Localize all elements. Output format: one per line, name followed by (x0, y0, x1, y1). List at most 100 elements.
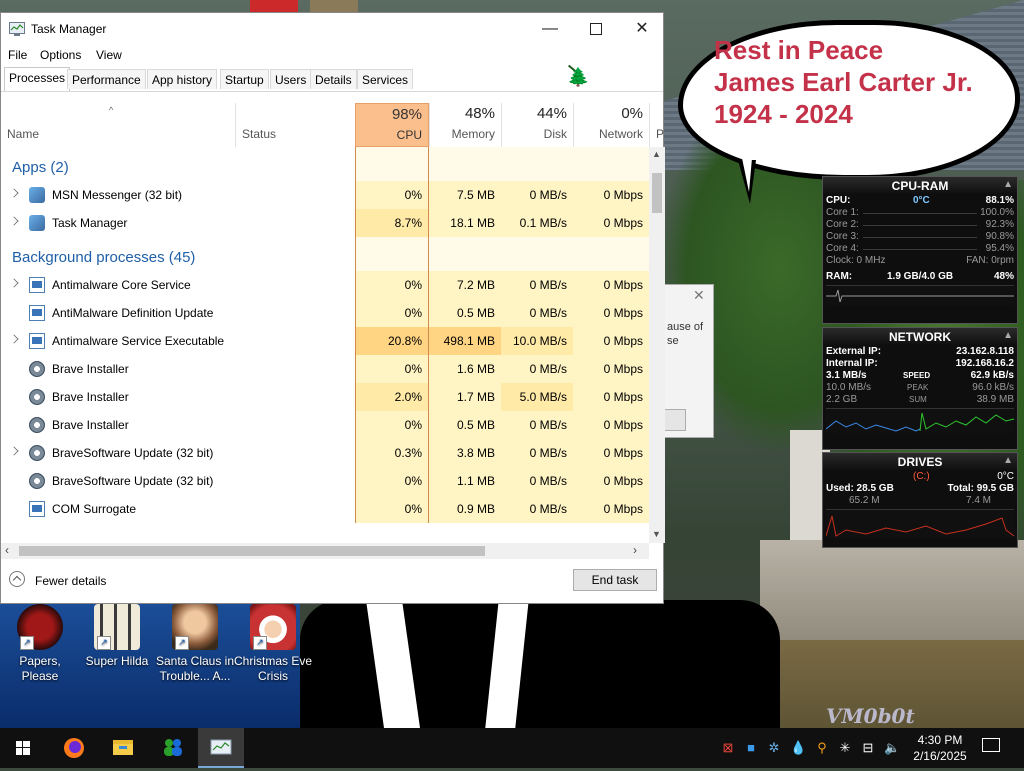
process-row[interactable]: COM Surrogate 0% 0.9 MB 0 MB/s 0 Mbps (1, 495, 649, 523)
expand-chevron-icon[interactable] (9, 278, 19, 288)
desktop-icon-papers-please[interactable]: ↗ Papers, Please (0, 604, 80, 684)
tab-processes[interactable]: Processes (4, 67, 71, 91)
droplet-icon[interactable]: 💧 (790, 740, 806, 756)
process-row[interactable]: Task Manager 8.7% 18.1 MB 0.1 MB/s 0 Mbps (1, 209, 649, 237)
taskbar-msn-messenger[interactable] (150, 728, 196, 768)
process-row[interactable]: AntiMalware Definition Update 0% 0.5 MB 0 M… (1, 299, 649, 327)
tab-details[interactable]: Details (310, 69, 357, 89)
process-name: Brave Installer (52, 362, 129, 376)
external-ip-label: External IP: (826, 346, 882, 357)
tab-performance[interactable]: Performance (67, 69, 146, 89)
column-network[interactable]: 0% Network (573, 103, 649, 147)
tab-services[interactable]: Services (357, 69, 414, 89)
collapse-icon[interactable]: ▲ (1003, 455, 1013, 466)
desktop-icon-super-hilda[interactable]: ↗ Super Hilda (77, 604, 157, 669)
clock-time: 4:30 PM (917, 733, 963, 747)
scroll-up-icon[interactable]: ▲ (652, 149, 661, 159)
notification-center-icon[interactable] (982, 738, 1000, 752)
scroll-down-icon[interactable]: ▼ (652, 529, 661, 539)
chevron-up-icon[interactable] (9, 571, 25, 587)
column-name[interactable]: ^ Name (1, 103, 235, 147)
column-disk[interactable]: 44% Disk (501, 103, 573, 147)
collapse-icon[interactable]: ▲ (1003, 330, 1013, 341)
process-row[interactable]: BraveSoftware Update (32 bit) 0% 1.1 MB 0 M… (1, 467, 649, 495)
group-cell (501, 237, 573, 271)
close-button[interactable]: ✕ (619, 13, 665, 45)
taskbar-file-explorer[interactable] (100, 728, 146, 768)
cpu-ram-gadget[interactable]: CPU-RAM ▲ CPU: 0°C 88.1% Core 1: 100.0% C… (822, 176, 1018, 324)
desktop-icon-santa-claus[interactable]: ↗ Santa Claus in Trouble... A... (155, 604, 235, 684)
drive-usage-line: Used: 28.5 GB Total: 99.5 GB (823, 483, 1017, 495)
dialog-button[interactable] (665, 409, 686, 431)
scroll-left-icon[interactable]: ‹ (5, 543, 9, 557)
column-label: Name (7, 127, 40, 141)
msn-tray-icon[interactable]: ✲ (766, 740, 782, 756)
tab-app-history[interactable]: App history (147, 69, 218, 89)
process-cpu: 0% (355, 271, 429, 299)
column-cpu[interactable]: 98% CPU (355, 103, 429, 147)
column-label: Disk (543, 127, 567, 141)
drives-gadget[interactable]: DRIVES ▲ (C:) 0°C Used: 28.5 GB Total: 9… (822, 452, 1018, 548)
menu-view[interactable]: View (96, 48, 122, 62)
process-name: BraveSoftware Update (32 bit) (52, 474, 214, 488)
volume-icon[interactable]: 🔈 (884, 740, 900, 756)
security-warning-icon[interactable]: ⊠ (720, 740, 736, 756)
taskbar-firefox[interactable] (51, 728, 97, 768)
process-disk: 0 MB/s (501, 495, 573, 523)
scroll-thumb[interactable] (19, 546, 485, 556)
process-network: 0 Mbps (573, 467, 649, 495)
bubble-line: 1924 - 2024 (714, 99, 853, 129)
network-icon[interactable]: ⊟ (860, 740, 876, 756)
minimize-button[interactable]: — (527, 13, 573, 45)
group-header: Background processes (45) (1, 237, 649, 271)
end-task-button[interactable]: End task (573, 569, 657, 591)
tab-startup[interactable]: Startup (220, 69, 269, 89)
taskbar-task-manager[interactable] (198, 728, 244, 768)
column-memory[interactable]: 48% Memory (429, 103, 501, 147)
column-status[interactable]: Status (235, 103, 355, 147)
system-clock[interactable]: 4:30 PM 2/16/2025 (912, 732, 968, 764)
scroll-thumb[interactable] (652, 173, 662, 213)
process-row[interactable]: Brave Installer 2.0% 1.7 MB 5.0 MB/s 0 Mbps (1, 383, 649, 411)
menu-options[interactable]: Options (40, 48, 81, 62)
horizontal-scrollbar[interactable]: ‹ › (1, 543, 649, 559)
maximize-button[interactable] (573, 13, 619, 45)
process-row[interactable]: Antimalware Core Service 0% 7.2 MB 0 MB/s 0 … (1, 271, 649, 299)
menu-file[interactable]: File (8, 48, 27, 62)
fewer-details-link[interactable]: Fewer details (35, 574, 106, 588)
vertical-scrollbar[interactable]: ▲ ▼ (649, 147, 665, 543)
process-row[interactable]: Brave Installer 0% 1.6 MB 0 MB/s 0 Mbps (1, 355, 649, 383)
expand-chevron-icon[interactable] (9, 188, 19, 198)
sparkle-icon[interactable]: ✳ (837, 740, 853, 756)
background-dialog[interactable]: ✕ ause of se (664, 284, 714, 438)
display-icon[interactable]: ■ (743, 740, 759, 756)
scroll-right-icon[interactable]: › (633, 543, 637, 557)
process-row[interactable]: Brave Installer 0% 0.5 MB 0 MB/s 0 Mbps (1, 411, 649, 439)
search-icon[interactable]: ⚲ (814, 740, 830, 756)
process-row[interactable]: BraveSoftware Update (32 bit) 0.3% 3.8 MB 0… (1, 439, 649, 467)
process-name: Brave Installer (52, 418, 129, 432)
title-bar[interactable]: Task Manager — ✕ (1, 13, 663, 45)
network-gadget[interactable]: NETWORK ▲ External IP: 23.162.8.118 Inte… (822, 327, 1018, 450)
process-network: 0 Mbps (573, 411, 649, 439)
expand-chevron-icon[interactable] (9, 334, 19, 344)
fan-speed: FAN: 0rpm (966, 255, 1014, 266)
process-memory: 7.5 MB (429, 181, 501, 209)
watermark: VM0b0t (826, 704, 915, 728)
process-row[interactable]: MSN Messenger (32 bit) 0% 7.5 MB 0 MB/s 0 Mb… (1, 181, 649, 209)
cpu-total: 98% (391, 106, 422, 123)
drive-total: Total: 99.5 GB (947, 483, 1015, 494)
tab-users[interactable]: Users (270, 69, 312, 89)
process-memory: 0.5 MB (429, 411, 501, 439)
process-row[interactable]: Antimalware Service Executable 20.8% 498.1… (1, 327, 649, 355)
dialog-close-icon[interactable]: ✕ (693, 287, 705, 304)
download-speed: 3.1 MB/s (826, 370, 867, 381)
start-button[interactable] (0, 728, 46, 768)
desktop-icon-christmas-eve-crisis[interactable]: ↗ Christmas Eve Crisis (233, 604, 313, 684)
collapse-icon[interactable]: ▲ (1003, 179, 1013, 190)
column-power[interactable]: P (649, 103, 665, 147)
process-disk: 0 MB/s (501, 181, 573, 209)
expand-chevron-icon[interactable] (9, 216, 19, 226)
expand-chevron-icon[interactable] (9, 446, 19, 456)
external-ip-line: External IP: 23.162.8.118 (823, 346, 1017, 358)
